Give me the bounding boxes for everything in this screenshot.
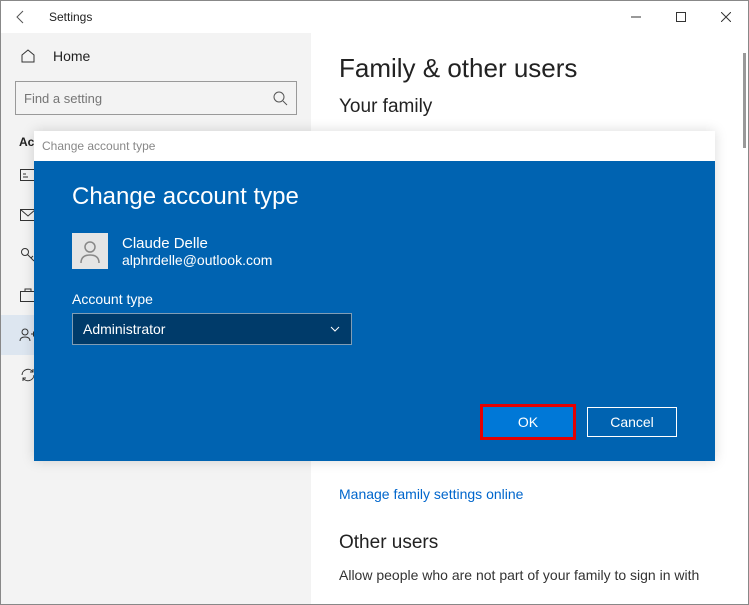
other-users-heading: Other users bbox=[339, 532, 720, 554]
close-button[interactable] bbox=[703, 1, 748, 33]
window-title: Settings bbox=[49, 10, 92, 24]
page-title: Family & other users bbox=[339, 53, 720, 84]
search-icon bbox=[272, 90, 288, 106]
account-type-select[interactable]: Administrator bbox=[72, 313, 352, 345]
window-controls bbox=[613, 1, 748, 33]
window-titlebar: Settings bbox=[1, 1, 748, 33]
account-user-row: Claude Delle alphrdelle@outlook.com bbox=[72, 233, 677, 269]
nav-home[interactable]: Home bbox=[1, 39, 311, 73]
dialog-header: Change account type bbox=[34, 131, 715, 161]
other-users-desc: Allow people who are not part of your fa… bbox=[339, 566, 720, 586]
dialog-title: Change account type bbox=[72, 183, 677, 211]
scrollbar[interactable] bbox=[743, 53, 746, 148]
arrow-left-icon bbox=[13, 9, 29, 25]
minimize-icon bbox=[631, 12, 641, 22]
search-input-wrap[interactable] bbox=[15, 81, 297, 115]
nav-home-label: Home bbox=[53, 48, 90, 64]
maximize-icon bbox=[676, 12, 686, 22]
maximize-button[interactable] bbox=[658, 1, 703, 33]
home-icon bbox=[19, 47, 37, 65]
chevron-down-icon bbox=[329, 323, 341, 335]
person-icon bbox=[77, 238, 103, 264]
back-button[interactable] bbox=[1, 1, 41, 33]
ok-button[interactable]: OK bbox=[483, 407, 573, 437]
search-input[interactable] bbox=[24, 91, 272, 106]
your-family-heading: Your family bbox=[339, 96, 720, 118]
account-user-name: Claude Delle bbox=[122, 235, 272, 252]
cancel-button[interactable]: Cancel bbox=[587, 407, 677, 437]
account-type-value: Administrator bbox=[83, 321, 165, 337]
manage-family-link[interactable]: Manage family settings online bbox=[339, 486, 720, 502]
close-icon bbox=[721, 12, 731, 22]
account-user-email: alphrdelle@outlook.com bbox=[122, 252, 272, 268]
account-type-label: Account type bbox=[72, 291, 677, 307]
avatar bbox=[72, 233, 108, 269]
change-account-type-dialog: Change account type Change account type … bbox=[34, 131, 715, 461]
minimize-button[interactable] bbox=[613, 1, 658, 33]
